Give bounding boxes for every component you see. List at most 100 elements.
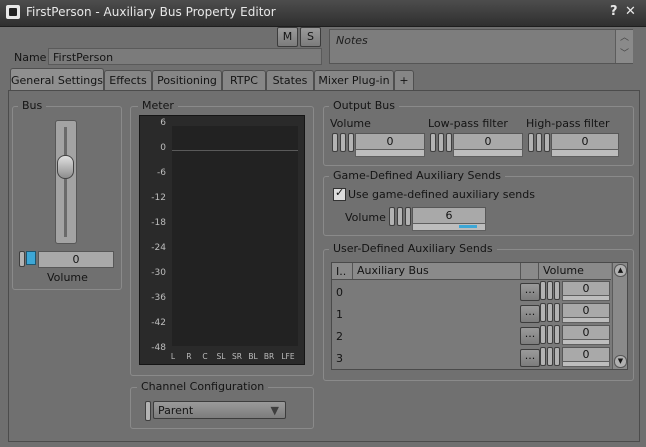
grip-icon[interactable]	[348, 133, 354, 152]
solo-button[interactable]: S	[300, 27, 321, 47]
grip-icon[interactable]	[540, 347, 546, 366]
highpass-slider[interactable]	[551, 149, 619, 157]
meter-tick: 0	[160, 143, 166, 153]
grip-icon[interactable]	[547, 347, 553, 366]
slider-track	[64, 127, 67, 237]
grip-icon[interactable]	[528, 133, 534, 152]
grip-icon[interactable]	[554, 303, 560, 322]
tab-add[interactable]: +	[394, 70, 414, 91]
browse-button[interactable]: ...	[520, 305, 540, 323]
row-volume-input[interactable]: 0	[562, 281, 610, 296]
row-volume-slider[interactable]	[562, 361, 610, 367]
lowpass-slider[interactable]	[453, 149, 523, 157]
lowpass-input[interactable]: 0	[453, 133, 523, 150]
output-volume-slider[interactable]	[355, 149, 425, 157]
browse-button[interactable]: ...	[520, 349, 540, 367]
bus-volume-grip-icon[interactable]	[19, 251, 25, 267]
grip-icon[interactable]	[540, 325, 546, 344]
rtpc-link-icon[interactable]	[26, 251, 36, 265]
grip-icon[interactable]	[332, 133, 338, 152]
meter-channel-label: BR	[263, 352, 275, 361]
notes-field[interactable]: Notes	[329, 29, 633, 64]
checkmark-icon: ✓	[335, 186, 345, 199]
tab-general-settings[interactable]: General Settings	[10, 68, 104, 92]
slider-thumb[interactable]	[57, 155, 74, 179]
grip-icon[interactable]	[547, 281, 553, 300]
game-sends-volume-slider[interactable]	[412, 223, 486, 231]
tab-mixer-plugin[interactable]: Mixer Plug-in	[314, 70, 394, 91]
meter-tick: 6	[160, 118, 166, 128]
tab-states[interactable]: States	[266, 70, 314, 91]
meter-channel-label: L	[170, 352, 176, 361]
grip-icon[interactable]	[554, 281, 560, 300]
close-icon[interactable]: ✕	[625, 4, 636, 19]
grip-icon[interactable]	[397, 207, 403, 226]
grip-icon[interactable]	[554, 347, 560, 366]
bus-volume-slider[interactable]	[55, 120, 77, 244]
table-scrollbar[interactable]: ▲ ▼	[612, 263, 627, 369]
channel-config-dropdown[interactable]: Parent ▼	[153, 401, 286, 419]
chevron-down-icon[interactable]: ﹀	[620, 46, 629, 59]
grip-icon[interactable]	[544, 133, 550, 152]
grip-icon[interactable]	[340, 133, 346, 152]
notes-scrollbar[interactable]: ︿ ﹀	[615, 30, 633, 63]
browse-button[interactable]: ...	[520, 283, 540, 301]
chevron-down-icon[interactable]: ▼	[614, 355, 627, 368]
column-header-bus[interactable]: Auxiliary Bus	[352, 263, 429, 279]
chevron-up-icon[interactable]: ▲	[614, 264, 627, 277]
grip-icon[interactable]	[547, 303, 553, 322]
meter-channel-label: LFE	[281, 352, 295, 361]
row-volume-slider[interactable]	[562, 339, 610, 345]
mute-button[interactable]: M	[277, 27, 298, 47]
meter-tick: -42	[151, 318, 166, 328]
table-row[interactable]: 2 ... 0	[332, 324, 611, 346]
lowpass-label: Low-pass filter	[428, 117, 508, 130]
game-sends-volume-input[interactable]: 6	[412, 207, 486, 224]
grip-icon[interactable]	[536, 133, 542, 152]
highpass-label: High-pass filter	[526, 117, 610, 130]
bus-volume-label: Volume	[47, 271, 88, 284]
column-header-volume[interactable]: Volume	[538, 263, 584, 279]
game-sends-checkbox[interactable]: ✓	[333, 186, 346, 201]
column-header-browse	[520, 263, 539, 279]
game-sends-volume-label: Volume	[345, 211, 386, 224]
grip-icon[interactable]	[540, 303, 546, 322]
row-volume-input[interactable]: 0	[562, 347, 610, 362]
bus-volume-input[interactable]: 0	[38, 251, 114, 268]
output-bus-label: Output Bus	[329, 99, 399, 112]
grip-icon[interactable]	[438, 133, 444, 152]
help-button[interactable]: ?	[610, 4, 618, 19]
tab-rtpc[interactable]: RTPC	[222, 70, 266, 91]
column-header-index[interactable]: I..	[336, 265, 346, 278]
table-row[interactable]: 0 ... 0	[332, 280, 611, 302]
table-row[interactable]: 1 ... 0	[332, 302, 611, 324]
tab-effects[interactable]: Effects	[104, 70, 152, 91]
grip-icon[interactable]	[547, 325, 553, 344]
game-sends-checkbox-label: Use game-defined auxiliary sends	[348, 188, 535, 201]
grip-icon[interactable]	[405, 207, 411, 226]
highpass-input[interactable]: 0	[551, 133, 619, 150]
chevron-up-icon[interactable]: ︿	[620, 30, 629, 43]
grip-icon[interactable]	[430, 133, 436, 152]
notes-placeholder: Notes	[336, 34, 368, 47]
row-volume-slider[interactable]	[562, 295, 610, 301]
browse-button[interactable]: ...	[520, 327, 540, 345]
row-volume-slider[interactable]	[562, 317, 610, 323]
meter-tick: -36	[151, 293, 166, 303]
name-field[interactable]: FirstPerson	[48, 48, 322, 65]
table-row[interactable]: 3 ... 0	[332, 346, 611, 368]
output-volume-input[interactable]: 0	[355, 133, 425, 150]
grip-icon[interactable]	[554, 325, 560, 344]
table-header: I.. Auxiliary Bus Volume	[332, 263, 611, 280]
chevron-down-icon[interactable]: ▼	[271, 402, 279, 420]
meter-tick: -12	[151, 193, 166, 203]
row-volume-input[interactable]: 0	[562, 325, 610, 340]
grip-icon[interactable]	[389, 207, 395, 226]
tab-positioning[interactable]: Positioning	[152, 70, 222, 91]
grip-icon[interactable]	[540, 281, 546, 300]
row-volume-input[interactable]: 0	[562, 303, 610, 318]
row-index: 3	[336, 352, 343, 365]
grip-icon[interactable]	[446, 133, 452, 152]
channel-config-grip-icon[interactable]	[145, 401, 151, 421]
meter-channel-label: SL	[216, 352, 226, 361]
